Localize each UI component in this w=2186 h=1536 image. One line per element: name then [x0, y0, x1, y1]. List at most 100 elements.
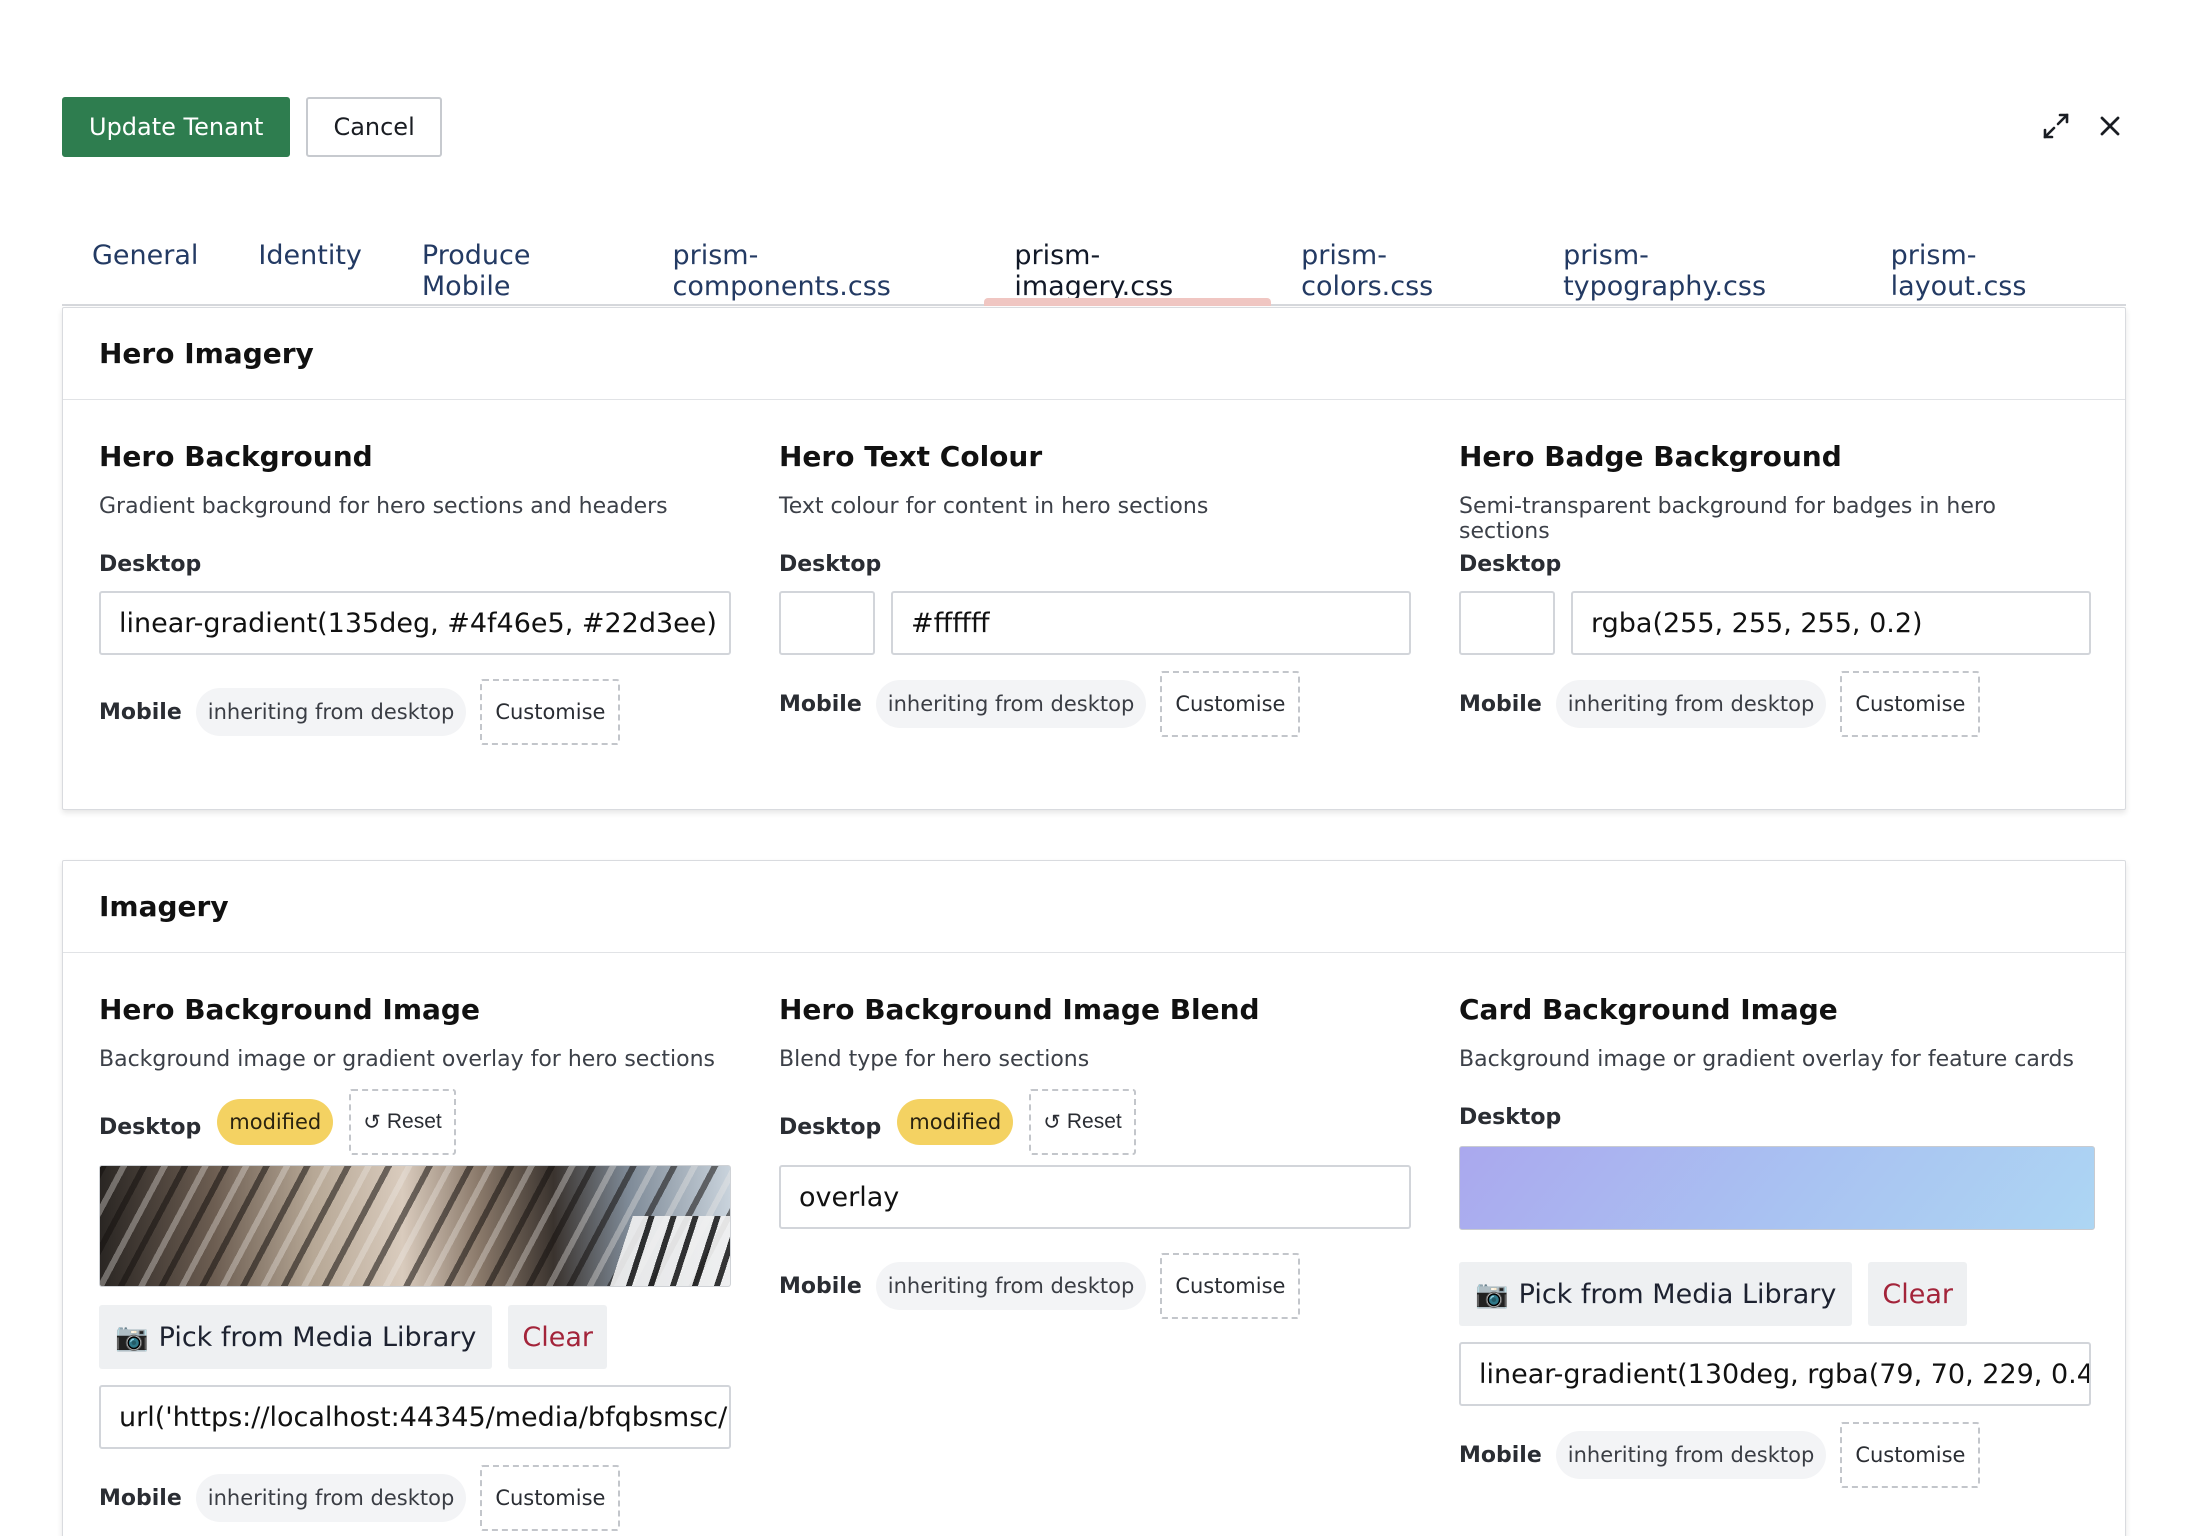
hero-background-image-blend-desktop-input[interactable]: overlay	[779, 1165, 1411, 1229]
desktop-label: Desktop	[779, 552, 882, 577]
tab-prism-layout[interactable]: prism-layout.css	[1861, 220, 2126, 304]
desktop-label: Desktop	[1459, 1105, 1562, 1130]
tab-general[interactable]: General	[62, 220, 228, 304]
mobile-row: Mobile inheriting from desktop Customise	[1459, 671, 2091, 737]
media-buttons: 📷 Pick from Media Library Clear	[99, 1305, 731, 1369]
update-tenant-button[interactable]: Update Tenant	[62, 97, 291, 157]
pick-media-label: Pick from Media Library	[1518, 1278, 1837, 1310]
mobile-row: Mobile inheriting from desktop Customise	[99, 1465, 731, 1531]
inheriting-badge: inheriting from desktop	[1555, 1431, 1827, 1479]
tab-identity[interactable]: Identity	[228, 220, 391, 304]
mobile-label: Mobile	[779, 691, 862, 717]
hero-imagery-card: Hero Imagery Hero Background Gradient ba…	[62, 307, 2126, 810]
clear-button[interactable]: Clear	[1868, 1262, 1968, 1326]
hero-background-image-setting: Hero Background Image Background image o…	[99, 993, 731, 1531]
reset-label: Reset	[386, 1110, 442, 1133]
setting-title: Hero Text Colour	[779, 440, 1043, 473]
mobile-label: Mobile	[99, 1485, 182, 1511]
pick-media-library-button[interactable]: 📷 Pick from Media Library	[1459, 1262, 1853, 1326]
desktop-label: Desktop	[99, 552, 202, 577]
imagery-heading: Imagery	[63, 861, 2125, 953]
modified-badge: modified	[897, 1099, 1014, 1145]
customise-button[interactable]: Customise	[1160, 1253, 1301, 1319]
hero-background-image-desktop-input[interactable]: url('https://localhost:44345/media/bfqbs…	[99, 1385, 731, 1449]
mobile-row: Mobile inheriting from desktop Customise	[779, 671, 1411, 737]
hero-badge-background-setting: Hero Badge Background Semi-transparent b…	[1459, 440, 2091, 737]
hero-background-image-blend-setting: Hero Background Image Blend Blend type f…	[779, 993, 1411, 1319]
pick-media-library-button[interactable]: 📷 Pick from Media Library	[99, 1305, 493, 1369]
colour-input-row: rgba(255, 255, 255, 0.2)	[1459, 591, 2091, 655]
tab-prism-imagery[interactable]: prism-imagery.css	[984, 220, 1271, 306]
tab-produce-mobile[interactable]: Produce Mobile	[392, 220, 643, 304]
desktop-row: Desktop modified ↺ Reset	[779, 1089, 1411, 1155]
expand-icon[interactable]	[2042, 112, 2070, 140]
colour-swatch[interactable]	[779, 591, 875, 655]
setting-title: Hero Background Image	[99, 993, 480, 1026]
tab-prism-typography[interactable]: prism-typography.css	[1533, 220, 1861, 304]
modified-badge: modified	[217, 1099, 334, 1145]
mobile-row: Mobile inheriting from desktop Customise	[1459, 1422, 2099, 1488]
camera-icon: 📷	[115, 1322, 149, 1353]
setting-title: Hero Background	[99, 440, 373, 473]
customise-button[interactable]: Customise	[480, 679, 621, 745]
setting-description: Text colour for content in hero sections	[779, 494, 1209, 519]
card-background-image-setting: Card Background Image Background image o…	[1459, 993, 2099, 1488]
setting-description: Semi-transparent background for badges i…	[1459, 494, 1996, 544]
inheriting-badge: inheriting from desktop	[875, 680, 1147, 728]
colour-input-row: #ffffff	[779, 591, 1411, 655]
customise-button[interactable]: Customise	[1840, 1422, 1981, 1488]
setting-description: Blend type for hero sections	[779, 1047, 1090, 1072]
hero-text-colour-setting: Hero Text Colour Text colour for content…	[779, 440, 1411, 737]
inheriting-badge: inheriting from desktop	[1555, 680, 1827, 728]
card-background-image-desktop-input[interactable]: linear-gradient(130deg, rgba(79, 70, 229…	[1459, 1342, 2091, 1406]
desktop-row: Desktop modified ↺ Reset	[99, 1089, 731, 1155]
hero-badge-background-desktop-input[interactable]: rgba(255, 255, 255, 0.2)	[1571, 591, 2091, 655]
setting-description: Background image or gradient overlay for…	[99, 1047, 716, 1072]
reset-icon: ↺	[1043, 1110, 1061, 1134]
desktop-label: Desktop	[779, 1114, 882, 1140]
tab-bar: General Identity Produce Mobile prism-co…	[62, 220, 2126, 306]
cancel-button[interactable]: Cancel	[306, 97, 442, 157]
desktop-label: Desktop	[99, 1114, 202, 1140]
setting-title: Hero Badge Background	[1459, 440, 1842, 473]
reset-label: Reset	[1066, 1110, 1122, 1133]
mobile-row: Mobile inheriting from desktop Customise	[99, 679, 731, 745]
colour-swatch[interactable]	[1459, 591, 1555, 655]
window-controls	[2042, 112, 2122, 140]
reset-button[interactable]: ↺ Reset	[1029, 1089, 1136, 1155]
clear-button[interactable]: Clear	[508, 1305, 608, 1369]
hero-background-desktop-input[interactable]: linear-gradient(135deg, #4f46e5, #22d3ee…	[99, 591, 731, 655]
hero-image-preview	[99, 1165, 731, 1287]
setting-title: Card Background Image	[1459, 993, 1838, 1026]
customise-button[interactable]: Customise	[1840, 671, 1981, 737]
inheriting-badge: inheriting from desktop	[875, 1262, 1147, 1310]
mobile-label: Mobile	[1459, 1442, 1542, 1468]
reset-icon: ↺	[363, 1110, 381, 1134]
setting-title: Hero Background Image Blend	[779, 993, 1260, 1026]
reset-button[interactable]: ↺ Reset	[349, 1089, 456, 1155]
mobile-label: Mobile	[1459, 691, 1542, 717]
hero-imagery-heading: Hero Imagery	[63, 308, 2125, 400]
mobile-label: Mobile	[99, 699, 182, 725]
mobile-row: Mobile inheriting from desktop Customise	[779, 1253, 1411, 1319]
camera-icon: 📷	[1475, 1279, 1509, 1310]
mobile-label: Mobile	[779, 1273, 862, 1299]
close-icon[interactable]	[2098, 114, 2122, 138]
tab-prism-components[interactable]: prism-components.css	[642, 220, 984, 304]
card-gradient-preview	[1459, 1146, 2095, 1230]
setting-description: Gradient background for hero sections an…	[99, 494, 668, 519]
inheriting-badge: inheriting from desktop	[195, 1474, 467, 1522]
toolbar: Update Tenant Cancel	[62, 97, 442, 157]
media-buttons: 📷 Pick from Media Library Clear	[1459, 1262, 2099, 1326]
setting-description: Background image or gradient overlay for…	[1459, 1047, 2074, 1072]
imagery-card: Imagery Hero Background Image Background…	[62, 860, 2126, 1536]
desktop-label: Desktop	[1459, 552, 1562, 577]
hero-text-colour-desktop-input[interactable]: #ffffff	[891, 591, 1411, 655]
customise-button[interactable]: Customise	[480, 1465, 621, 1531]
inheriting-badge: inheriting from desktop	[195, 688, 467, 736]
hero-background-setting: Hero Background Gradient background for …	[99, 440, 731, 745]
tab-prism-colors[interactable]: prism-colors.css	[1271, 220, 1533, 304]
pick-media-label: Pick from Media Library	[158, 1321, 477, 1353]
customise-button[interactable]: Customise	[1160, 671, 1301, 737]
image-detail	[610, 1216, 730, 1286]
